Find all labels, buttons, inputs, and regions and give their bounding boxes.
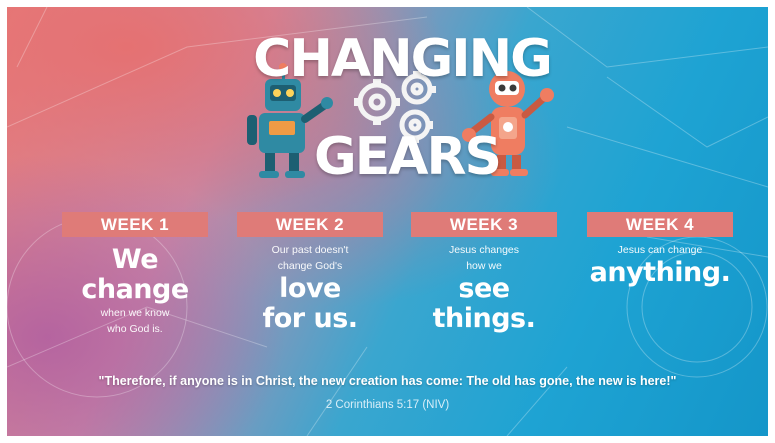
week-1-big-line1: We [111,244,159,275]
week-4-badge: WEEK 4 [587,212,733,237]
week-1-big-line2: change [81,274,189,305]
week-2-caption-line2: change God's [277,260,343,272]
week-3-big-line1: see [458,273,510,304]
week-1-badge: WEEK 1 [62,212,208,237]
logo-title-changing: CHANGING [253,29,553,89]
verse-text: "Therefore, if anyone is in Christ, the … [98,374,677,388]
week-2-column: WEEK 2 Our past doesn't change God's lov… [237,212,383,334]
week-3-badge: WEEK 3 [411,212,557,237]
week-1-caption-line1: when we know [100,307,170,319]
week-4-caption-line1: Jesus can change [617,244,703,256]
week-2-big-line2: for us. [262,303,358,334]
logo-title-gears: GEARS [314,127,502,187]
week-4-big-line1: anything. [589,257,731,288]
week-3-caption-line1: Jesus changes [448,244,520,256]
week-1-caption-line2: who God is. [107,323,163,335]
week-4-column: WEEK 4 Jesus can change anything. [587,212,733,288]
week-2-big-line1: love [279,273,341,304]
verse-reference: 2 Corinthians 5:17 (NIV) [325,399,450,411]
week-3-caption-line2: how we [466,260,502,272]
week-3-column: WEEK 3 Jesus changes how we see things. [411,212,557,334]
week-1-column: WEEK 1 We change when we know who God is… [62,212,208,337]
week-2-badge: WEEK 2 [237,212,383,237]
slide-frame: CHANGING GEARS WEEK 1 We change when we … [7,7,768,436]
week-2-caption-line1: Our past doesn't [271,244,349,256]
week-3-big-line2: things. [432,303,536,334]
